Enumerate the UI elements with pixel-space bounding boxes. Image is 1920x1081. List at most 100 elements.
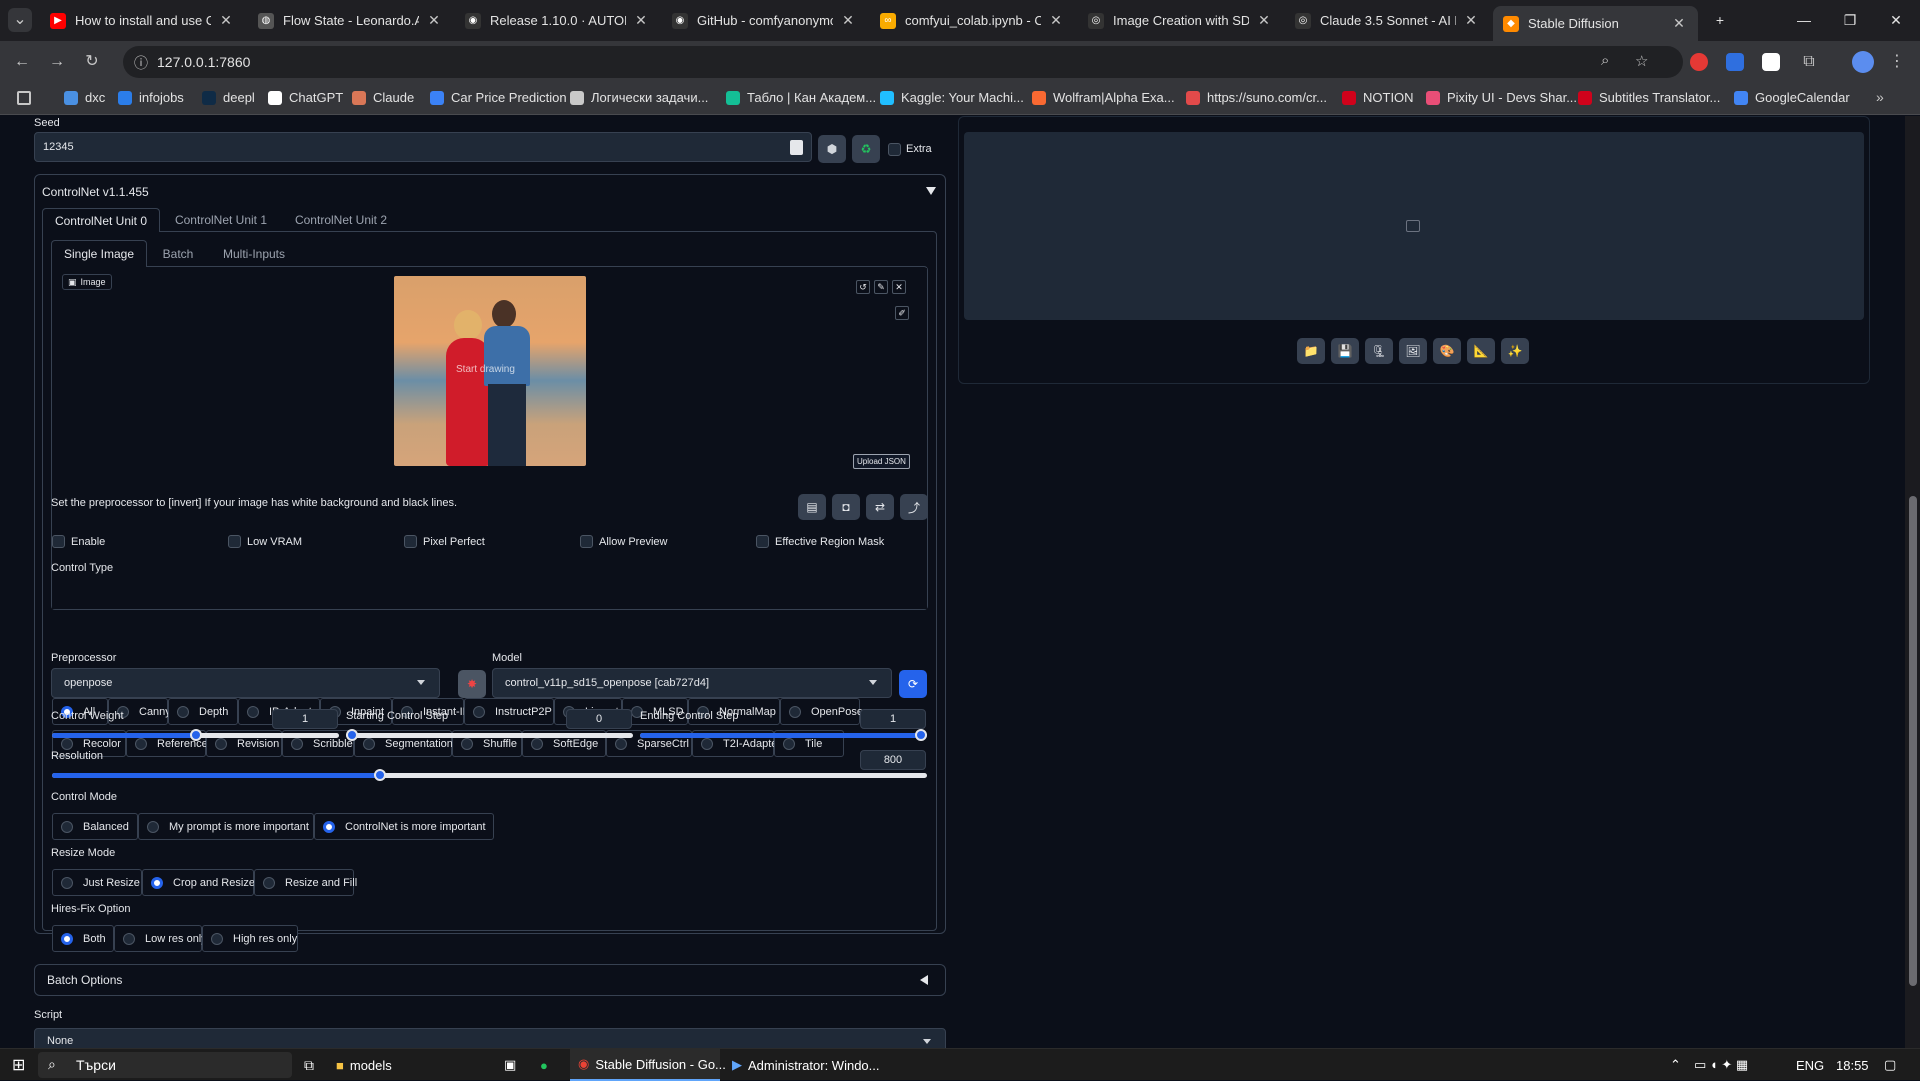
clear-icon[interactable]: ✕ <box>892 280 906 294</box>
apps-grid-icon[interactable] <box>17 91 31 105</box>
download-extension-icon[interactable] <box>1726 53 1744 71</box>
close-tab-icon[interactable]: ✕ <box>425 12 443 29</box>
bookmark-item[interactable]: Wolfram|Alpha Exa... <box>1032 90 1175 105</box>
clock[interactable]: 18:55 <box>1836 1049 1869 1081</box>
control-mode-balanced[interactable]: Balanced <box>52 813 138 840</box>
control-type-depth[interactable]: Depth <box>168 698 238 725</box>
bookmark-item[interactable]: NOTION <box>1342 90 1414 105</box>
resize-mode-crop-and-resize[interactable]: Crop and Resize <box>142 869 255 896</box>
slider-knob[interactable] <box>915 729 927 741</box>
batch-options-accordion[interactable] <box>34 964 946 996</box>
new-canvas-icon[interactable]: ▤ <box>798 494 826 520</box>
tab-image-0[interactable]: Single Image <box>51 240 147 267</box>
browser-tab[interactable]: ◎ Image Creation with SDXl ✕ <box>1078 6 1283 35</box>
checkbox-enable[interactable] <box>52 535 65 548</box>
preprocessor-dropdown[interactable]: openpose <box>51 668 440 698</box>
swap-icon[interactable]: ⇄ <box>866 494 894 520</box>
slider-knob[interactable] <box>189 729 202 741</box>
batch-options-label[interactable]: Batch Options <box>47 973 122 987</box>
taskbar-item-models[interactable]: ■ models <box>336 1049 392 1081</box>
collapse-triangle-icon[interactable] <box>926 187 936 195</box>
tray-chevron-icon[interactable]: ⌃ <box>1670 1049 1681 1081</box>
ending-step-input[interactable]: 1 <box>860 709 926 729</box>
edit-icon[interactable]: ✐ <box>895 306 909 320</box>
starting-step-slider[interactable] <box>346 728 633 742</box>
reuse-seed-recycle-icon[interactable]: ♻ <box>852 135 880 163</box>
bookmark-item[interactable]: https://suno.com/cr... <box>1186 90 1327 105</box>
page-scrollbar[interactable] <box>1905 116 1920 1048</box>
send-dimensions-icon[interactable]: ⤴ <box>900 494 928 520</box>
bookmark-item[interactable]: Subtitles Translator... <box>1578 90 1720 105</box>
taskbar-search-box[interactable]: ⌕ Търси <box>38 1052 292 1078</box>
model-dropdown[interactable]: control_v11p_sd15_openpose [cab727d4] <box>492 668 892 698</box>
taskbar-item-chrome[interactable]: ◉ Stable Diffusion - Go... <box>570 1049 726 1081</box>
close-tab-icon[interactable]: ✕ <box>839 12 857 29</box>
browser-tab[interactable]: ◉ Release 1.10.0 · AUTOMAT ✕ <box>455 6 660 35</box>
send-to-img2img-icon[interactable]: 🖼 <box>1399 338 1427 364</box>
close-tab-icon[interactable]: ✕ <box>1670 15 1688 32</box>
menu-dots-icon[interactable]: ⋮ <box>1885 50 1909 74</box>
profile-avatar[interactable] <box>1852 51 1874 73</box>
minimize-icon[interactable]: — <box>1784 8 1824 32</box>
browser-tab[interactable]: ◍ Flow State - Leonardo.Ai ✕ <box>248 6 453 35</box>
close-tab-icon[interactable]: ✕ <box>1255 12 1273 29</box>
refresh-models-icon[interactable]: ⟳ <box>899 670 927 698</box>
extension-icon[interactable] <box>1690 53 1708 71</box>
resize-mode-resize-and-fill[interactable]: Resize and Fill <box>254 869 357 896</box>
tab-controlnet-unit-1[interactable]: ControlNet Unit 1 <box>165 208 277 232</box>
browser-tab[interactable]: ∞ comfyui_colab.ipynb - Col ✕ <box>870 6 1075 35</box>
hires-option-low-res-only[interactable]: Low res only <box>114 925 207 952</box>
bookmark-item[interactable]: deepl <box>202 90 255 105</box>
bookmark-item[interactable]: dxc <box>64 90 105 105</box>
hires-option-high-res-only[interactable]: High res only <box>202 925 298 952</box>
bookmark-star-icon[interactable]: ☆ <box>1635 52 1648 70</box>
slider-knob[interactable] <box>346 729 358 741</box>
tray-icons[interactable]: ▭ ◖ ✦ ▦ <box>1694 1049 1748 1081</box>
send-to-extras-icon[interactable]: 📐 <box>1467 338 1495 364</box>
ending-step-slider[interactable] <box>640 728 927 742</box>
close-tab-icon[interactable]: ✕ <box>1047 12 1065 29</box>
bookmark-item[interactable]: Логически задачи... <box>570 90 708 105</box>
restore-icon[interactable]: ❐ <box>1830 8 1870 32</box>
task-view-icon[interactable]: ⧉ <box>304 1049 314 1081</box>
extra-checkbox[interactable] <box>888 143 901 156</box>
bookmark-item[interactable]: ChatGPT <box>268 90 343 105</box>
bookmark-item[interactable]: Claude <box>352 90 414 105</box>
taskbar-item-terminal[interactable]: ▶ Administrator: Windo... <box>732 1049 880 1081</box>
scrollbar-thumb[interactable] <box>1909 496 1917 986</box>
bookmark-item[interactable]: Car Price Prediction <box>430 90 567 105</box>
resize-mode-just-resize[interactable]: Just Resize <box>52 869 142 896</box>
webcam-icon[interactable]: ◘ <box>832 494 860 520</box>
control-type-openpose[interactable]: OpenPose <box>780 698 863 725</box>
run-preprocessor-explosion-icon[interactable]: ✸ <box>458 670 486 698</box>
control-type-instructp2p[interactable]: InstructP2P <box>464 698 554 725</box>
tab-search-button[interactable]: ⌄ <box>8 8 32 32</box>
expand-triangle-icon[interactable] <box>920 975 928 985</box>
language-indicator[interactable]: ENG <box>1796 1049 1824 1081</box>
reload-icon[interactable]: ↻ <box>80 50 104 74</box>
browser-tab[interactable]: ◎ Claude 3.5 Sonnet - AI En ✕ <box>1285 6 1490 35</box>
forward-icon[interactable]: → <box>45 50 69 74</box>
bookmark-item[interactable]: Kaggle: Your Machi... <box>880 90 1024 105</box>
bookmark-item[interactable]: infojobs <box>118 90 184 105</box>
send-to-inpaint-icon[interactable]: 🎨 <box>1433 338 1461 364</box>
browser-tab[interactable]: ▶ How to install and use Co ✕ <box>40 6 245 35</box>
random-seed-dice-icon[interactable]: ⬢ <box>818 135 846 163</box>
tab-controlnet-unit-2[interactable]: ControlNet Unit 2 <box>285 208 397 232</box>
open-folder-icon[interactable]: 📁 <box>1297 338 1325 364</box>
extensions-puzzle-icon[interactable]: ⧉ <box>1797 50 1821 74</box>
control-weight-input[interactable]: 1 <box>272 709 338 729</box>
close-tab-icon[interactable]: ✕ <box>1462 12 1480 29</box>
slider-knob[interactable] <box>374 769 387 781</box>
seed-input[interactable]: 12345 <box>34 132 812 162</box>
site-info-icon[interactable]: ⓘ <box>134 53 148 73</box>
bookmark-item[interactable]: Табло | Кан Академ... <box>726 90 876 105</box>
starting-step-input[interactable]: 0 <box>566 709 632 729</box>
tab-controlnet-unit-0[interactable]: ControlNet Unit 0 <box>42 208 160 232</box>
more-bookmarks-icon[interactable]: » <box>1876 89 1884 105</box>
checkbox-pixel-perfect[interactable] <box>404 535 417 548</box>
omnibox[interactable]: ⓘ 127.0.0.1:7860 ⌕ ☆ <box>123 46 1683 78</box>
back-icon[interactable]: ← <box>10 50 34 74</box>
close-window-icon[interactable]: ✕ <box>1876 8 1916 32</box>
close-tab-icon[interactable]: ✕ <box>632 12 650 29</box>
